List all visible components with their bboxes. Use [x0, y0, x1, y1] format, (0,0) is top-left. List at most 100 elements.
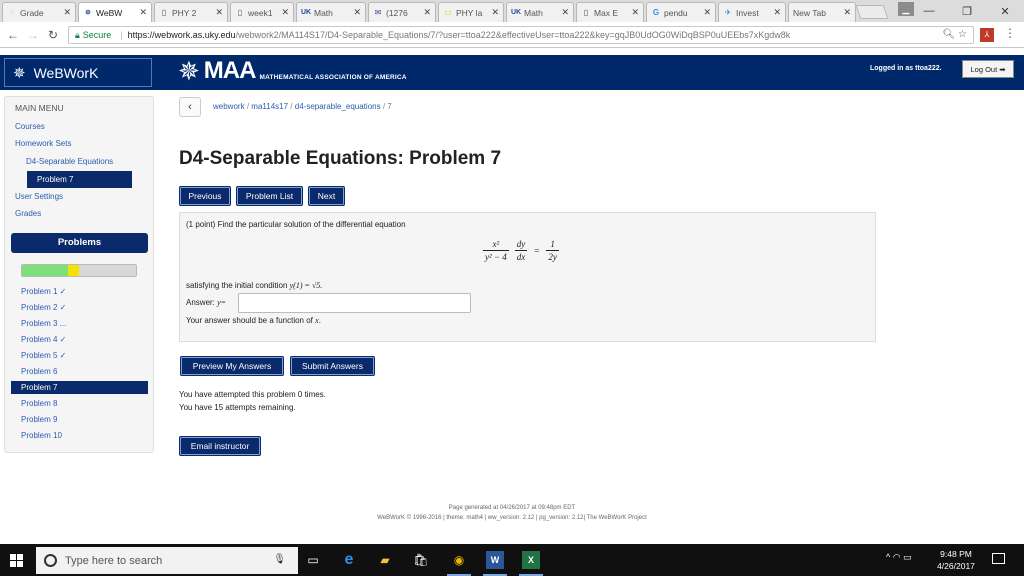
system-tray-icons[interactable]: ^ ◠ ▭ — [886, 552, 912, 563]
system-clock[interactable]: 9:48 PM 4/26/2017 — [932, 548, 980, 572]
problem-link-9[interactable]: Problem 9 — [21, 415, 57, 424]
file-explorer-icon[interactable]: ▰ — [376, 551, 394, 569]
browser-tab-active[interactable]: ✵ WeBW ✕ — [78, 2, 152, 22]
tab-label: New Tab — [793, 7, 826, 18]
browser-tab[interactable]: ▯ PHY 2 ✕ — [154, 2, 228, 22]
zoom-icon[interactable]: 🔍︎ ☆ — [943, 29, 967, 40]
browser-tab[interactable]: ▭ PHY la ✕ — [438, 2, 504, 22]
microphone-icon[interactable]: 🎙︎ — [273, 554, 286, 565]
problem-link-6[interactable]: Problem 6 — [21, 367, 57, 376]
back-arrow-icon[interactable]: ← — [6, 28, 20, 42]
maa-logo[interactable]: ✵ MAA MATHEMATICAL ASSOCIATION OF AMERIC… — [178, 57, 407, 85]
breadcrumb-separator: / — [382, 102, 386, 111]
minimize-icon[interactable]: — — [910, 5, 948, 17]
problem-list-button[interactable]: Problem List — [236, 186, 303, 206]
browser-tab[interactable]: ▯ week1 ✕ — [230, 2, 294, 22]
breadcrumb-problem-set[interactable]: d4-separable_equations — [295, 102, 381, 111]
restore-icon[interactable]: ❐ — [948, 5, 986, 18]
maa-subtitle: MATHEMATICAL ASSOCIATION OF AMERICA — [259, 73, 407, 81]
close-icon[interactable]: ✕ — [843, 7, 851, 18]
close-icon[interactable]: ✕ — [139, 7, 147, 18]
problem-link-2[interactable]: Problem 2 ✓ — [21, 303, 66, 312]
close-icon[interactable]: ✕ — [423, 7, 431, 18]
logout-label: Log Out — [970, 64, 998, 74]
close-icon[interactable]: ✕ — [631, 7, 639, 18]
page-footer: Page generated at 04/26/2017 at 09:48pm … — [0, 503, 1024, 523]
problem-link-4[interactable]: Problem 4 ✓ — [21, 335, 66, 344]
webwork-logo[interactable]: ✵ WeBWorK — [4, 58, 152, 87]
store-icon[interactable]: 🛍︎ — [412, 551, 430, 569]
condition-prefix: satisfying the initial condition — [186, 281, 290, 290]
problem-link-5[interactable]: Problem 5 ✓ — [21, 351, 66, 360]
breadcrumb-set[interactable]: ma114s17 — [251, 102, 288, 111]
next-button[interactable]: Next — [308, 186, 345, 206]
submit-answers-button[interactable]: Submit Answers — [290, 356, 375, 376]
browser-tab[interactable]: ✈ Invest ✕ — [718, 2, 786, 22]
browser-tab[interactable]: UK Math ✕ — [506, 2, 574, 22]
tab-label: Max E — [594, 7, 619, 18]
breadcrumb-course[interactable]: webwork — [213, 102, 245, 111]
close-icon[interactable]: ✕ — [281, 7, 289, 18]
preview-answers-button[interactable]: Preview My Answers — [180, 356, 284, 376]
close-icon[interactable]: ✕ — [215, 7, 223, 18]
close-icon[interactable]: ✕ — [353, 7, 361, 18]
page-icon: ▯ — [237, 8, 243, 17]
problem-link-10[interactable]: Problem 10 — [21, 431, 62, 440]
attempts-remaining: You have 15 attempts remaining. — [179, 403, 296, 412]
close-icon[interactable]: ✕ — [703, 7, 711, 18]
word-icon[interactable]: W — [483, 551, 507, 576]
close-icon[interactable]: ✕ — [773, 7, 781, 18]
taskbar-search-box[interactable]: Type here to search 🎙︎ — [36, 547, 298, 574]
windows-start-icon[interactable] — [10, 554, 23, 567]
window-controls: — ❐ ✕ — [910, 0, 1024, 22]
sidebar-item-grades[interactable]: Grades — [15, 209, 41, 218]
sidebar-item-current-set[interactable]: D4-Separable Equations — [26, 157, 113, 166]
url-input[interactable]: 🔒︎ Secure | https://webwork.as.uky.edu /… — [68, 26, 974, 44]
problem-link-1[interactable]: Problem 1 ✓ — [21, 287, 66, 296]
chrome-icon[interactable]: ◉ — [447, 551, 471, 576]
browser-tab[interactable]: ✉ (1276 ✕ — [368, 2, 436, 22]
close-icon[interactable]: ✕ — [491, 7, 499, 18]
task-view-icon[interactable]: ▭ — [304, 551, 322, 569]
maa-name: MAA — [203, 57, 257, 84]
close-icon[interactable]: ✕ — [63, 7, 71, 18]
notification-icon[interactable] — [992, 553, 1005, 564]
back-button[interactable]: ‹ — [179, 97, 201, 117]
tab-label: WeBW — [96, 7, 123, 18]
menu-icon[interactable]: ⋮ — [1004, 26, 1016, 40]
edge-icon[interactable]: e — [340, 551, 358, 569]
browser-tab[interactable]: UK Math ✕ — [296, 2, 366, 22]
browser-tab[interactable]: ▯ Max E ✕ — [576, 2, 644, 22]
bird-icon: ✈ — [724, 8, 732, 17]
answer-input[interactable] — [238, 293, 471, 313]
uk-icon: UK — [510, 9, 522, 16]
problem-link-3[interactable]: Problem 3 ... — [21, 319, 66, 328]
logout-button[interactable]: Log Out ➡ — [962, 60, 1014, 78]
reload-icon[interactable]: ↻ — [46, 28, 60, 42]
forward-arrow-icon[interactable]: → — [26, 28, 40, 42]
sidebar-item-user-settings[interactable]: User Settings — [15, 192, 63, 201]
browser-tab-strip: ◌ Grade ✕ ✵ WeBW ✕ ▯ PHY 2 ✕ ▯ week1 ✕ U… — [0, 0, 1024, 22]
answer-hint: Your answer should be a function of x. — [186, 316, 321, 325]
pdf-extension-icon[interactable]: ⅄ — [980, 28, 994, 42]
webwork-header: ✵ WeBWorK ✵ MAA MATHEMATICAL ASSOCIATION… — [0, 55, 1024, 90]
close-window-icon[interactable]: ✕ — [986, 5, 1024, 18]
tab-label: PHY 2 — [172, 7, 197, 18]
problem-link-7[interactable]: Problem 7 — [11, 381, 148, 394]
sidebar-item-current-problem[interactable]: Problem 7 — [27, 171, 132, 188]
browser-tab[interactable]: New Tab ✕ — [788, 2, 856, 22]
sidebar-item-homework-sets[interactable]: Homework Sets — [15, 139, 71, 148]
email-instructor-button[interactable]: Email instructor — [179, 436, 261, 456]
browser-tab[interactable]: G pendu ✕ — [646, 2, 716, 22]
derivative-denominator: dx — [514, 250, 528, 262]
browser-tab[interactable]: ◌ Grade ✕ — [2, 2, 76, 22]
previous-button[interactable]: Previous — [179, 186, 231, 206]
problem-link-8[interactable]: Problem 8 — [21, 399, 57, 408]
clock-time: 9:48 PM — [940, 549, 972, 559]
new-tab-button[interactable] — [855, 5, 889, 19]
excel-icon[interactable]: X — [519, 551, 543, 576]
sidebar-item-courses[interactable]: Courses — [15, 122, 45, 131]
slides-icon: ▭ — [444, 8, 452, 17]
close-icon[interactable]: ✕ — [561, 7, 569, 18]
tab-label: (1276 — [386, 7, 408, 18]
